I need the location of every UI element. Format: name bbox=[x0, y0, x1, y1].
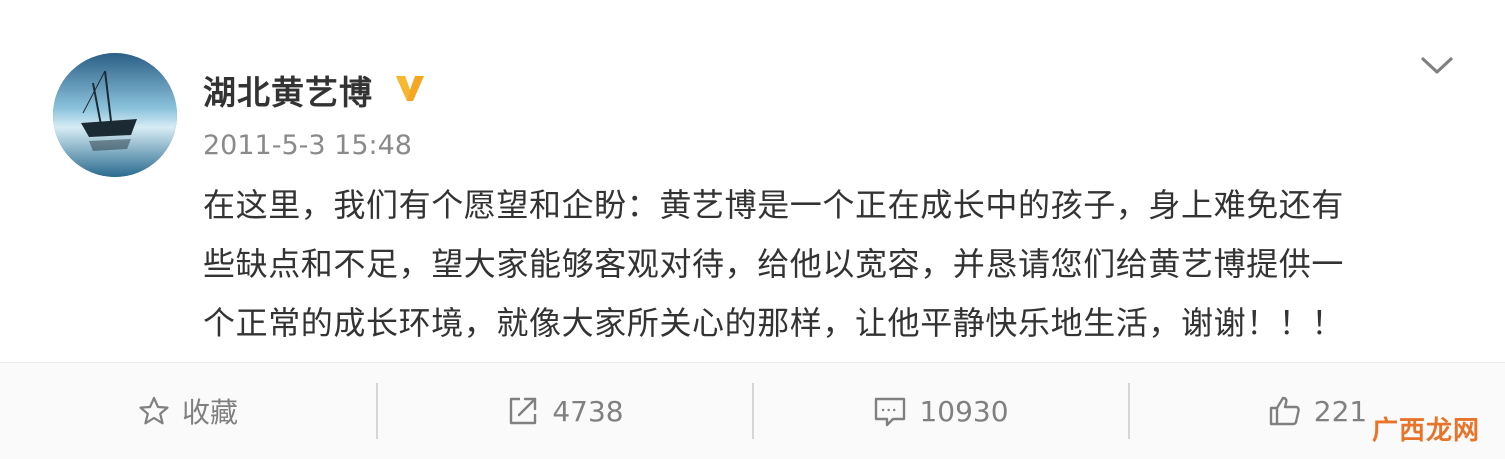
like-count: 221 bbox=[1313, 394, 1368, 428]
thumbs-up-icon bbox=[1269, 396, 1300, 426]
comment-button[interactable]: 10930 bbox=[754, 363, 1128, 459]
comment-count: 10930 bbox=[919, 394, 1009, 428]
weibo-post-card: 湖北黄艺博 2011-5-3 15:48 在这里，我们有个愿望和企盼：黄艺博是一… bbox=[0, 0, 1505, 459]
avatar[interactable] bbox=[53, 53, 177, 177]
username[interactable]: 湖北黄艺博 bbox=[203, 66, 373, 114]
star-icon bbox=[139, 396, 169, 425]
post-content-line: 在这里，我们有个愿望和企盼：黄艺博是一个正在成长中的孩子，身上难免还有 bbox=[203, 186, 1345, 224]
comment-icon bbox=[875, 397, 906, 427]
action-bar: 收藏 4738 10930 221 bbox=[0, 362, 1505, 459]
verified-v-icon bbox=[396, 76, 424, 101]
post-timestamp[interactable]: 2011-5-3 15:48 bbox=[203, 130, 412, 161]
post-content: 在这里，我们有个愿望和企盼：黄艺博是一个正在成长中的孩子，身上难免还有 些缺点和… bbox=[203, 176, 1443, 353]
repost-count: 4738 bbox=[552, 394, 624, 428]
avatar-image bbox=[53, 53, 177, 177]
repost-button[interactable]: 4738 bbox=[378, 363, 752, 459]
chevron-down-icon[interactable] bbox=[1420, 54, 1454, 78]
favorite-label: 收藏 bbox=[181, 396, 238, 429]
post-content-line: 些缺点和不足，望大家能够客观对待，给他以宽容，并恳请您们给黄艺博提供一 bbox=[203, 245, 1345, 283]
post-content-line: 个正常的成长环境，就像大家所关心的那样，让他平静快乐地生活，谢谢！！！ bbox=[203, 304, 1345, 342]
share-icon bbox=[510, 397, 537, 425]
watermark-text: 广西龙网 bbox=[1372, 416, 1481, 446]
favorite-button[interactable]: 收藏 bbox=[0, 363, 376, 459]
